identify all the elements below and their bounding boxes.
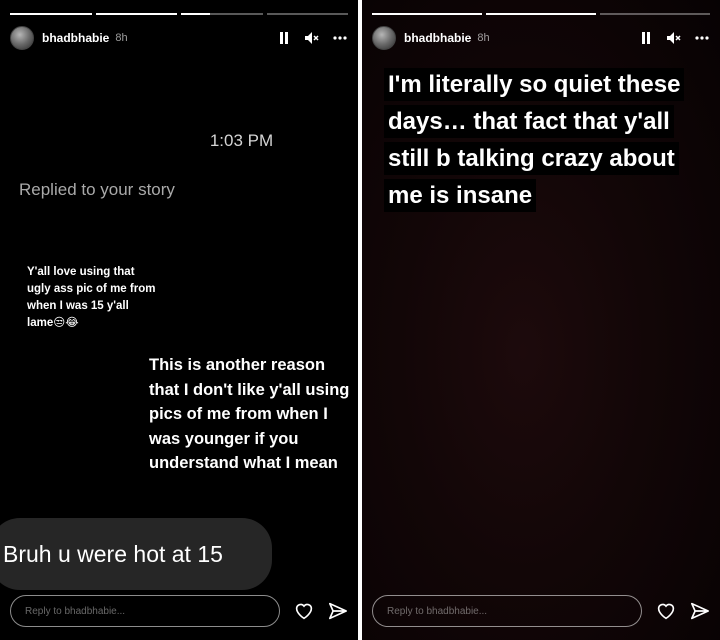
progress-segment [486, 13, 596, 15]
story-text: This is another reason that I don't like… [149, 356, 350, 472]
heart-icon[interactable] [656, 602, 676, 620]
pause-icon[interactable] [276, 30, 292, 46]
time-ago: 8h [477, 32, 490, 44]
story-header: bhadbhabie 8h [372, 26, 710, 50]
message-bubble[interactable]: Bruh u were hot at 15 [0, 518, 272, 590]
progress-segment [266, 13, 348, 15]
more-options-icon[interactable] [694, 30, 710, 46]
progress-segment [95, 13, 177, 15]
story-footer [372, 594, 710, 628]
story-quote: I'm literally so quiet these days… that … [384, 66, 704, 214]
username[interactable]: bhadbhabie [42, 31, 109, 45]
story-progress-bar [10, 13, 348, 15]
left-story-panel: bhadbhabie 8h 1:03 PM Replied to your st… [0, 0, 358, 640]
progress-segment [372, 13, 482, 15]
heart-icon[interactable] [294, 602, 314, 620]
avatar[interactable] [10, 26, 34, 50]
username[interactable]: bhadbhabie [404, 31, 471, 45]
message-timestamp: 1:03 PM [209, 131, 274, 150]
pause-icon[interactable] [638, 30, 654, 46]
send-icon[interactable] [328, 602, 348, 620]
story-progress-bar [372, 13, 710, 15]
mute-icon[interactable] [304, 30, 320, 46]
story-header: bhadbhabie 8h [10, 26, 348, 50]
story-quote-text: I'm literally so quiet these days… that … [384, 68, 685, 212]
replied-to-story-label: Replied to your story [19, 180, 175, 199]
story-caption: Y'all love using that ugly ass pic of me… [27, 266, 156, 329]
avatar[interactable] [372, 26, 396, 50]
mute-icon[interactable] [666, 30, 682, 46]
send-icon[interactable] [690, 602, 710, 620]
reply-input[interactable] [10, 595, 280, 627]
progress-segment [10, 13, 92, 15]
progress-segment [600, 13, 710, 15]
story-footer [10, 594, 348, 628]
reply-input[interactable] [372, 595, 642, 627]
time-ago: 8h [115, 32, 128, 44]
progress-segment [181, 13, 263, 15]
more-options-icon[interactable] [332, 30, 348, 46]
right-story-panel: bhadbhabie 8h I'm literally so quiet the… [362, 0, 720, 640]
message-text: Bruh u were hot at 15 [3, 540, 223, 567]
